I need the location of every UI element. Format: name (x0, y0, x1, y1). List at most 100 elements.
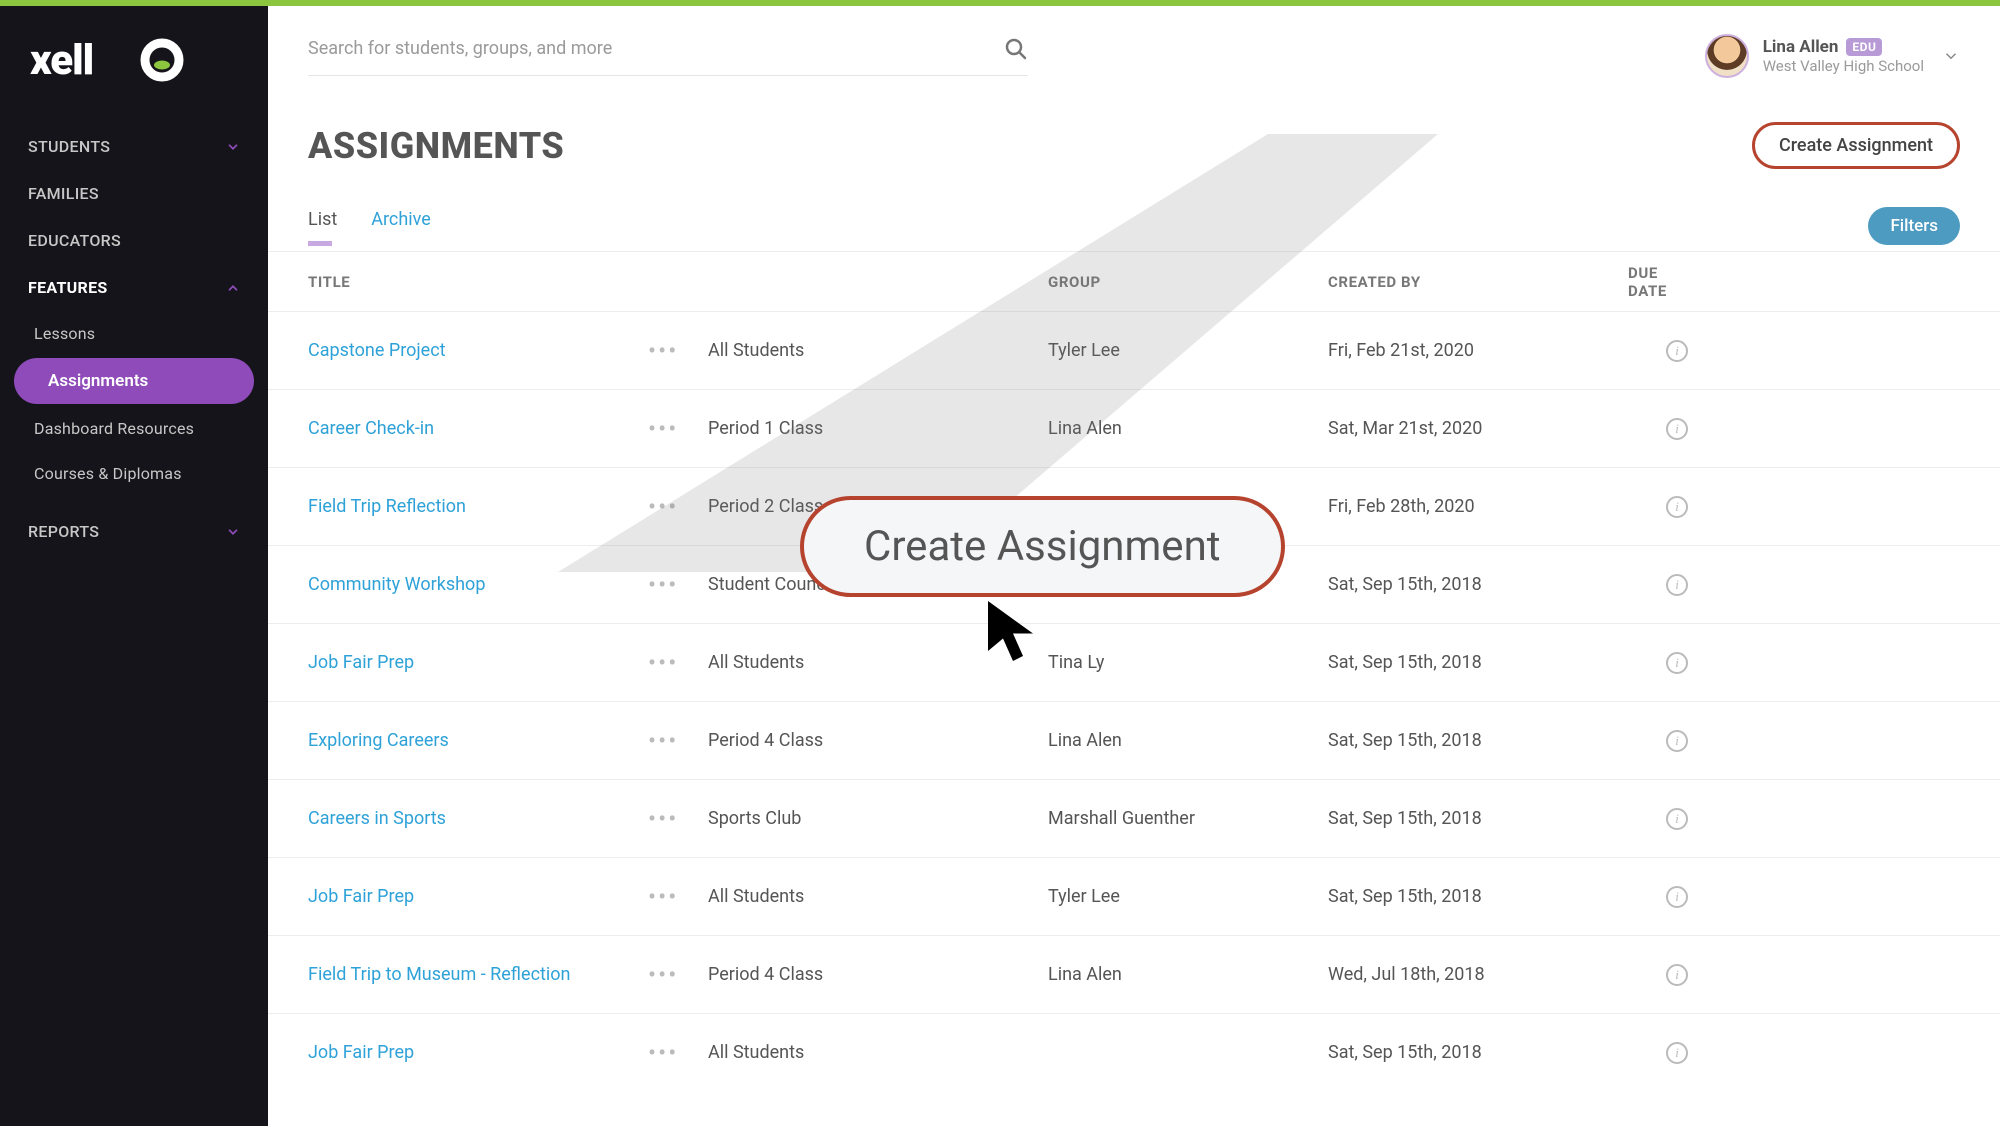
page-header: ASSIGNMENTS Create Assignment (268, 86, 2000, 179)
assignment-title-link[interactable]: Capstone Project (308, 340, 648, 361)
row-actions-button[interactable]: ••• (648, 961, 708, 989)
create-assignment-callout: Create Assignment (800, 496, 1285, 597)
table-row: Job Fair Prep•••All StudentsTyler LeeSat… (268, 857, 2000, 935)
sidebar-item-educators[interactable]: EDUCATORS (0, 217, 268, 264)
assignment-title-link[interactable]: Field Trip Reflection (308, 496, 648, 517)
cell-created-by: Marshall Guenther (1048, 808, 1328, 829)
table-header: TITLE GROUP CREATED BY DUE DATE (268, 251, 2000, 311)
assignment-title-link[interactable]: Job Fair Prep (308, 652, 648, 673)
row-actions-button[interactable]: ••• (648, 649, 708, 677)
table-row: Job Fair Prep•••All Students Sat, Sep 15t… (268, 1013, 2000, 1091)
table-row: Exploring Careers•••Period 4 ClassLina A… (268, 701, 2000, 779)
cell-due-date: Fri, Feb 21st, 2020 (1328, 340, 1628, 361)
search-input[interactable] (308, 38, 992, 59)
cell-due-date: Sat, Sep 15th, 2018 (1328, 808, 1628, 829)
assignment-title-link[interactable]: Career Check-in (308, 418, 648, 439)
chevron-down-icon (226, 525, 240, 539)
cell-due-date: Sat, Sep 15th, 2018 (1328, 1042, 1628, 1063)
sidebar-item-students[interactable]: STUDENTS (0, 123, 268, 170)
info-icon[interactable]: i (1666, 340, 1688, 362)
cell-due-date: Sat, Mar 21st, 2020 (1328, 418, 1628, 439)
row-actions-button[interactable]: ••• (648, 1039, 708, 1067)
assignment-title-link[interactable]: Field Trip to Museum - Reflection (308, 964, 648, 985)
user-school: West Valley High School (1763, 57, 1924, 75)
topbar: Lina Allen EDU West Valley High School (268, 6, 2000, 86)
sidebar-item-courses-diplomas[interactable]: Courses & Diplomas (0, 451, 268, 496)
table-row: Careers in Sports•••Sports ClubMarshall … (268, 779, 2000, 857)
info-icon[interactable]: i (1666, 574, 1688, 596)
assignment-title-link[interactable]: Job Fair Prep (308, 886, 648, 907)
sidebar: xell STUDENTS FAMILIES EDUCATORS FEATURE… (0, 6, 268, 1126)
sidebar-item-features[interactable]: FEATURES (0, 264, 268, 311)
sidebar-label: STUDENTS (28, 137, 110, 156)
create-assignment-button[interactable]: Create Assignment (1752, 122, 1960, 169)
sidebar-item-lessons[interactable]: Lessons (0, 311, 268, 356)
row-actions-button[interactable]: ••• (648, 337, 708, 365)
assignment-title-link[interactable]: Job Fair Prep (308, 1042, 648, 1063)
sidebar-label: EDUCATORS (28, 231, 121, 250)
sidebar-item-assignments[interactable]: Assignments (14, 358, 254, 404)
row-actions-button[interactable]: ••• (648, 493, 708, 521)
cell-due-date: Sat, Sep 15th, 2018 (1328, 652, 1628, 673)
row-actions-button[interactable]: ••• (648, 883, 708, 911)
cell-created-by: Tyler Lee (1048, 340, 1328, 361)
sidebar-label: FEATURES (28, 278, 108, 297)
cell-created-by: Tyler Lee (1048, 886, 1328, 907)
cell-group: All Students (708, 1042, 1048, 1063)
sidebar-item-dashboard-resources[interactable]: Dashboard Resources (0, 406, 268, 451)
cell-group: All Students (708, 886, 1048, 907)
tabs: List Archive (308, 209, 431, 244)
sidebar-label: FAMILIES (28, 184, 99, 203)
info-icon[interactable]: i (1666, 730, 1688, 752)
row-actions-button[interactable]: ••• (648, 727, 708, 755)
user-menu[interactable]: Lina Allen EDU West Valley High School (1705, 34, 1960, 78)
assignment-title-link[interactable]: Exploring Careers (308, 730, 648, 751)
assignment-title-link[interactable]: Community Workshop (308, 574, 648, 595)
cell-due-date: Sat, Sep 15th, 2018 (1328, 574, 1628, 595)
cell-due-date: Sat, Sep 15th, 2018 (1328, 730, 1628, 751)
table-row: Job Fair Prep•••All StudentsTina LySat, … (268, 623, 2000, 701)
info-icon[interactable]: i (1666, 496, 1688, 518)
user-name: Lina Allen (1763, 37, 1839, 57)
col-title: TITLE (308, 273, 1048, 291)
cell-created-by: Lina Alen (1048, 964, 1328, 985)
tab-archive[interactable]: Archive (371, 209, 431, 244)
cell-group: Sports Club (708, 808, 1048, 829)
col-created-by: CREATED BY (1328, 273, 1628, 291)
search-icon[interactable] (1004, 37, 1028, 61)
table-row: Capstone Project•••All StudentsTyler Lee… (268, 311, 2000, 389)
info-icon[interactable]: i (1666, 964, 1688, 986)
info-icon[interactable]: i (1666, 808, 1688, 830)
cell-group: Period 4 Class (708, 964, 1048, 985)
row-actions-button[interactable]: ••• (648, 415, 708, 443)
chevron-down-icon (1942, 47, 1960, 65)
info-icon[interactable]: i (1666, 886, 1688, 908)
row-actions-button[interactable]: ••• (648, 571, 708, 599)
info-icon[interactable]: i (1666, 1042, 1688, 1064)
edu-badge: EDU (1846, 38, 1882, 56)
filters-button[interactable]: Filters (1868, 207, 1960, 245)
sidebar-item-families[interactable]: FAMILIES (0, 170, 268, 217)
cursor-icon (983, 596, 1043, 666)
tabs-row: List Archive Filters (268, 179, 2000, 245)
user-text: Lina Allen EDU West Valley High School (1763, 37, 1924, 75)
sidebar-label: REPORTS (28, 522, 99, 541)
cell-group: Period 1 Class (708, 418, 1048, 439)
assignment-title-link[interactable]: Careers in Sports (308, 808, 648, 829)
row-actions-button[interactable]: ••• (648, 805, 708, 833)
col-due-date: DUE DATE (1628, 264, 1688, 300)
cell-group: Period 4 Class (708, 730, 1048, 751)
info-icon[interactable]: i (1666, 418, 1688, 440)
sidebar-item-reports[interactable]: REPORTS (0, 508, 268, 555)
table-row: Field Trip to Museum - Reflection•••Peri… (268, 935, 2000, 1013)
cell-due-date: Fri, Feb 28th, 2020 (1328, 496, 1628, 517)
xello-logo-icon: xell (30, 36, 190, 88)
tab-list[interactable]: List (308, 209, 337, 244)
chevron-up-icon (226, 281, 240, 295)
page-title: ASSIGNMENTS (308, 125, 564, 167)
cell-group: All Students (708, 340, 1048, 361)
col-group: GROUP (1048, 273, 1328, 291)
chevron-down-icon (226, 140, 240, 154)
info-icon[interactable]: i (1666, 652, 1688, 674)
app-root: xell STUDENTS FAMILIES EDUCATORS FEATURE… (0, 0, 2000, 1126)
